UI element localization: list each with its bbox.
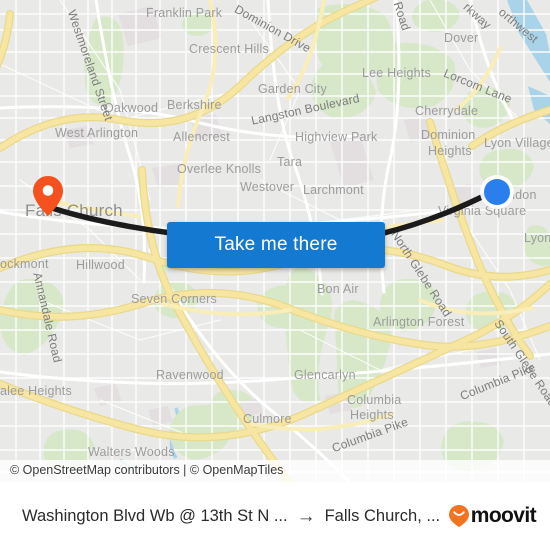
trip-origin: Washington Blvd Wb @ 13th St N ... [22, 506, 288, 525]
moovit-wordmark: moovit [470, 504, 537, 527]
take-me-there-button[interactable]: Take me there [167, 222, 385, 268]
moovit-pin-icon [448, 505, 469, 527]
moovit-map-screenshot: .park { fill:#d6e8c8; } .water { fill:#a… [0, 0, 550, 550]
trip-destination: Falls Church, ... [324, 506, 441, 525]
trip-summary: Washington Blvd Wb @ 13th St N ... → Fal… [22, 507, 449, 526]
destination-dot[interactable] [484, 179, 510, 205]
origin-pin[interactable] [33, 176, 63, 216]
moovit-logo[interactable]: moovit [448, 504, 537, 528]
trip-footer: Washington Blvd Wb @ 13th St N ... → Fal… [0, 482, 550, 550]
arrow-right-icon: → [296, 505, 316, 527]
